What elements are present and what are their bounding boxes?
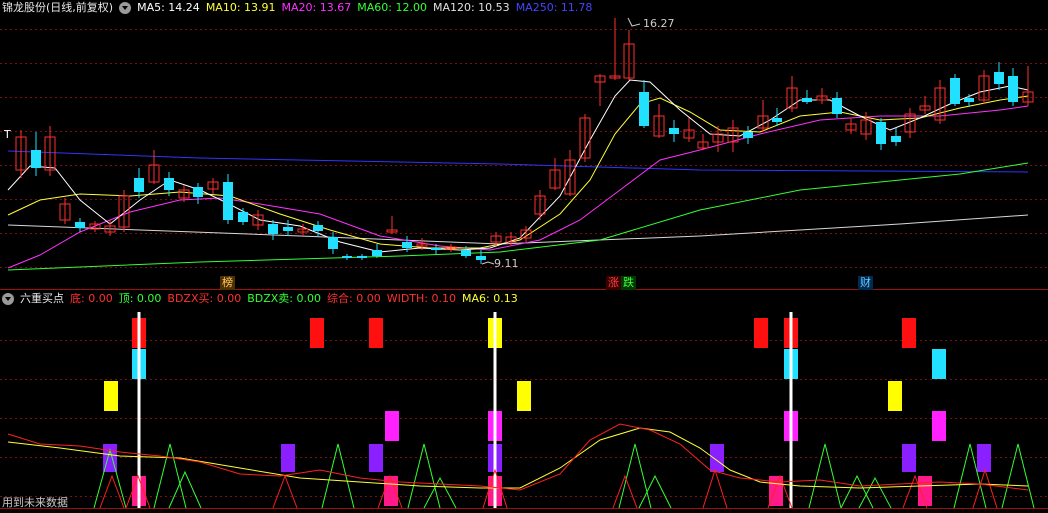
spike-red [612, 474, 638, 509]
candle-down [372, 250, 382, 256]
ma120-label: MA120: 10.53 [432, 1, 510, 14]
value-bdzx-sell: BDZX卖: 0.00 [247, 292, 321, 305]
ma250-label: MA250: 11.78 [515, 1, 593, 14]
candle-down [238, 212, 248, 222]
candle-down [268, 224, 278, 234]
signal-block [769, 476, 783, 506]
spike-green [1001, 443, 1035, 509]
signal-block [281, 444, 295, 472]
signal-block [932, 349, 946, 379]
event-tag-die[interactable]: 跌 [621, 276, 636, 290]
event-tag-bang[interactable]: 榜 [220, 276, 235, 290]
ma60-label: MA60: 12.00 [357, 1, 427, 14]
spike-green [423, 476, 457, 509]
chart-canvas[interactable] [0, 0, 1048, 513]
candle-down [402, 242, 412, 248]
spike-red [702, 468, 728, 509]
low-marker [481, 261, 495, 265]
ma5-label: MA5: 14.24 [137, 1, 200, 14]
signal-block [710, 444, 724, 472]
signal-block [977, 444, 991, 472]
candle-down [461, 250, 471, 256]
candle-down [431, 248, 441, 250]
candle-down [476, 256, 486, 260]
candle-down [772, 118, 782, 122]
candle-down [357, 256, 367, 258]
value-zonghe: 综合: 0.00 [327, 292, 381, 305]
spike-green [407, 443, 441, 509]
value-ma6: MA6: 0.13 [461, 292, 518, 305]
candle-down [75, 222, 85, 228]
signal-block [754, 318, 768, 348]
candle-down [639, 92, 649, 126]
value-width: WIDTH: 0.10 [386, 292, 456, 305]
signal-block [369, 444, 383, 472]
signal-block [902, 444, 916, 472]
candle-down [313, 225, 323, 231]
dropdown-icon[interactable] [119, 2, 132, 14]
sub-panel-header: 六重买点 底: 0.00 顶: 0.00 BDZX买: 0.00 BDZX卖: … [2, 291, 518, 307]
signal-block [902, 318, 916, 348]
candle-down [1008, 76, 1018, 102]
candle-down [891, 136, 901, 142]
candle-down [950, 78, 960, 104]
indicator-name[interactable]: 六重买点 [20, 291, 64, 307]
candle-down [193, 187, 203, 197]
signal-block [932, 411, 946, 441]
event-tag-cai[interactable]: 财 [858, 276, 873, 290]
spike-green [858, 476, 892, 509]
candle-down [669, 128, 679, 134]
candle-down [342, 256, 352, 258]
high-price-label: 16.27 [643, 17, 675, 30]
footer-note: 用到未来数据 [2, 496, 68, 509]
candle-down [876, 122, 886, 144]
ma20-label: MA20: 13.67 [281, 1, 352, 14]
candle-down [31, 150, 41, 168]
spike-red [272, 474, 298, 509]
candle-down [832, 98, 842, 114]
spike-green [840, 474, 874, 509]
stock-name[interactable]: 锦龙股份(日线,前复权) [2, 0, 113, 16]
signal-block [385, 411, 399, 441]
main-panel-header: 锦龙股份(日线,前复权) MA5: 14.24 MA10: 13.91 MA20… [2, 0, 592, 16]
ma60-line [7, 162, 1029, 271]
ma10-label: MA10: 13.91 [205, 1, 276, 14]
ma120-line [7, 214, 1029, 245]
ma250-line [7, 150, 1029, 173]
candle-down [283, 227, 293, 231]
candle-down [223, 182, 233, 220]
value-bdzx-buy: BDZX买: 0.00 [167, 292, 242, 305]
candle-down [743, 132, 753, 138]
event-tag-zhang[interactable]: 涨 [606, 276, 621, 290]
candle-down [134, 178, 144, 192]
spike-green [808, 443, 842, 509]
value-ding: 顶: 0.00 [118, 292, 162, 305]
t-marker: T [4, 128, 11, 141]
high-marker [627, 17, 641, 27]
candle-down [328, 237, 338, 249]
candle-down [164, 178, 174, 190]
signal-block [369, 318, 383, 348]
candle-down [802, 98, 812, 102]
candle-down [964, 98, 974, 102]
signal-block [104, 381, 118, 411]
signal-block [517, 381, 531, 411]
signal-block [310, 318, 324, 348]
value-di: 底: 0.00 [70, 292, 113, 305]
signal-block [888, 381, 902, 411]
spike-green [618, 443, 652, 509]
candle-down [994, 72, 1004, 84]
low-price-label: 9.11 [494, 257, 519, 270]
spike-green [153, 443, 187, 509]
spike-red [99, 474, 125, 509]
dropdown-icon[interactable] [2, 293, 14, 305]
